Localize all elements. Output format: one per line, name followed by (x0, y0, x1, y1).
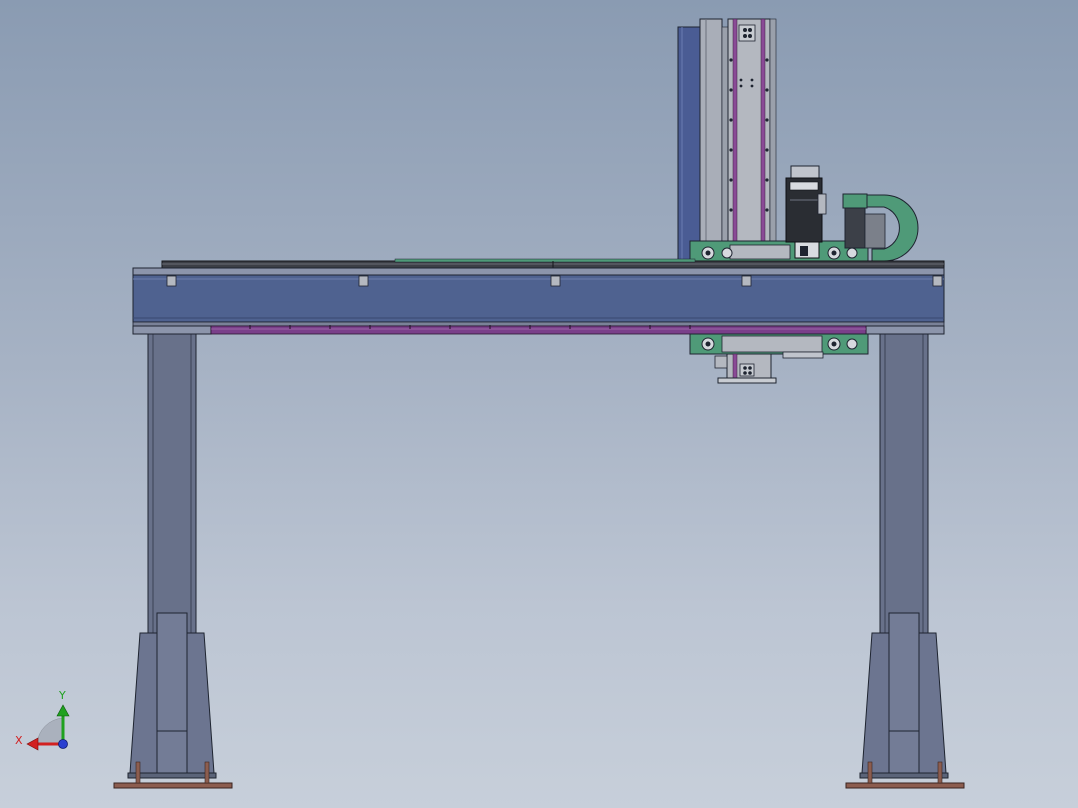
right-leg[interactable] (859, 332, 949, 779)
gear-rack[interactable] (210, 325, 867, 335)
column-lower-end[interactable] (714, 353, 777, 384)
lower-carriage-plate[interactable] (689, 333, 869, 359)
cad-model-view[interactable]: X Y (0, 0, 1078, 808)
top-carriage-plate[interactable] (689, 240, 869, 264)
reference-triad: X Y (15, 689, 70, 751)
left-leg[interactable] (127, 332, 217, 779)
z-axis-dot (58, 739, 68, 749)
vertical-axis-column[interactable] (677, 18, 777, 264)
graphics-viewport[interactable]: X Y (0, 0, 1078, 808)
main-horizontal-beam[interactable] (132, 267, 945, 335)
y-axis-label: Y (58, 689, 66, 702)
x-axis-label: X (15, 734, 23, 747)
